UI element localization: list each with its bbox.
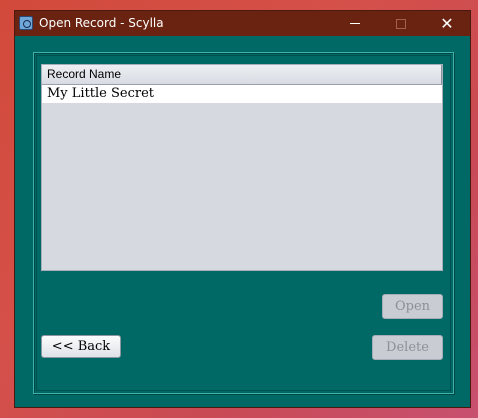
minimize-icon <box>350 23 360 24</box>
record-name-cell: My Little Secret <box>47 86 155 101</box>
open-record-window: Open Record - Scylla ✕ Record Name My Li… <box>14 10 471 408</box>
column-header-record-name[interactable]: Record Name <box>42 65 442 85</box>
maximize-icon <box>396 18 406 29</box>
window-title: Open Record - Scylla <box>39 16 164 30</box>
title-bar[interactable]: Open Record - Scylla ✕ <box>15 11 470 36</box>
delete-button[interactable]: Delete <box>372 335 443 360</box>
maximize-button[interactable] <box>378 11 424 36</box>
close-icon: ✕ <box>440 14 454 33</box>
back-button[interactable]: << Back <box>41 335 121 358</box>
open-button[interactable]: Open <box>382 294 443 319</box>
close-button[interactable]: ✕ <box>424 11 470 36</box>
app-icon <box>19 16 33 30</box>
table-row[interactable]: My Little Secret <box>42 85 442 103</box>
records-table[interactable]: Record Name My Little Secret <box>41 64 443 271</box>
minimize-button[interactable] <box>332 11 378 36</box>
